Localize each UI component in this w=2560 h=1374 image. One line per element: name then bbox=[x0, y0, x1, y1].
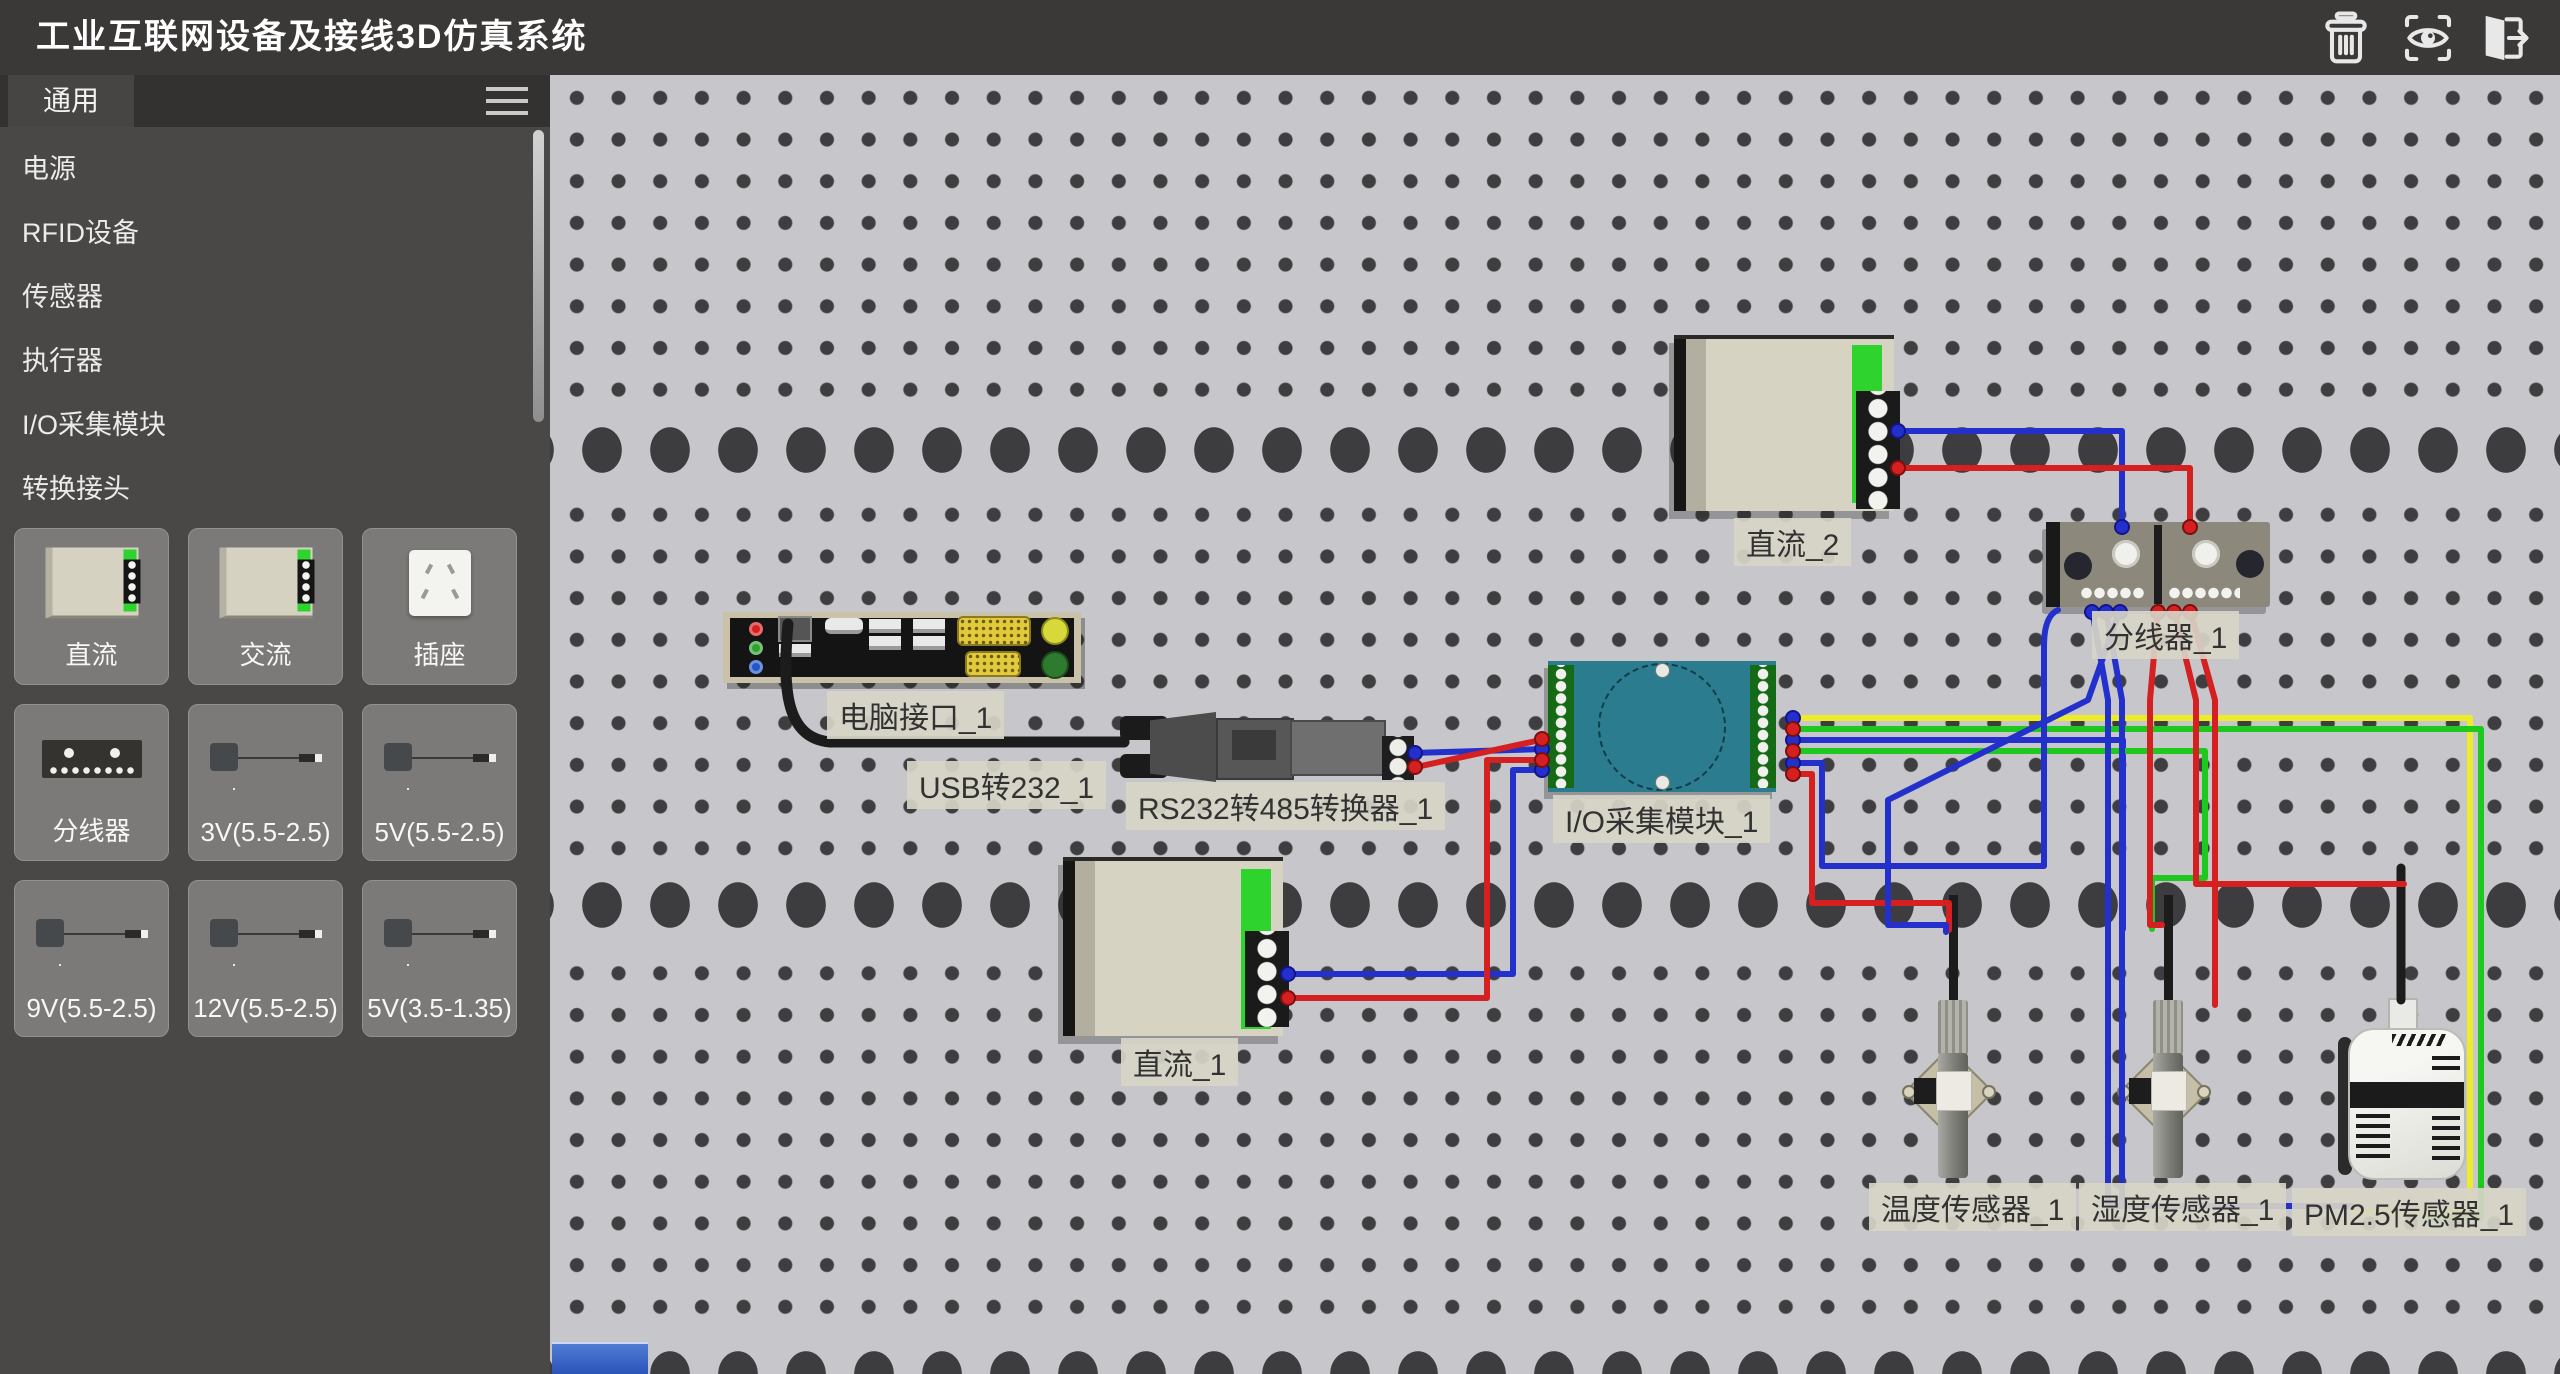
wire-nodes[interactable] bbox=[1281, 424, 2129, 981]
tile-label: 分线器 bbox=[15, 811, 168, 848]
dc-psu-icon bbox=[45, 548, 138, 619]
tile-5v[interactable]: 5V(5.5-2.5) bbox=[362, 704, 517, 861]
wire-node[interactable] bbox=[1281, 967, 1295, 981]
device-label[interactable]: 分线器_1 bbox=[2092, 611, 2239, 659]
device-label[interactable]: 湿度传感器_1 bbox=[2079, 1183, 2286, 1231]
sidebar-item-sensor[interactable]: 传感器 bbox=[0, 265, 520, 329]
component-tile-grid: 直流 交流 插座 分线器 3V(5.5-2.5) 5V(5.5-2.5) bbox=[14, 528, 517, 1037]
tile-9v[interactable]: 9V(5.5-2.5) bbox=[14, 880, 169, 1037]
device-label[interactable]: I/O采集模块_1 bbox=[1553, 795, 1770, 843]
wire-node[interactable] bbox=[2183, 520, 2197, 534]
device-label[interactable]: 电脑接口_1 bbox=[827, 691, 1004, 739]
wire-node[interactable] bbox=[1786, 722, 1800, 736]
tile-label: 12V(5.5-2.5) bbox=[189, 993, 342, 1024]
wire-blue[interactable] bbox=[2092, 610, 2352, 1206]
exit-icon[interactable] bbox=[2474, 10, 2530, 66]
device-label[interactable]: 温度传感器_1 bbox=[1869, 1183, 2076, 1231]
sidebar-item-rfid[interactable]: RFID设备 bbox=[0, 201, 520, 265]
adapter-icon bbox=[210, 739, 322, 779]
adapter-icon bbox=[384, 915, 496, 955]
wire-red[interactable] bbox=[1900, 468, 2190, 521]
tile-label: 交流 bbox=[189, 635, 342, 672]
socket-icon bbox=[409, 550, 471, 616]
tab-strip: 通用 bbox=[0, 75, 550, 127]
device-label[interactable]: RS232转485转换器_1 bbox=[1126, 782, 1445, 830]
wire-node[interactable] bbox=[1891, 424, 1905, 438]
tile-label: 5V(3.5-1.35) bbox=[363, 993, 516, 1024]
tile-socket[interactable]: 插座 bbox=[362, 528, 517, 685]
sidebar-item-io-module[interactable]: I/O采集模块 bbox=[0, 393, 520, 457]
menu-icon-bar bbox=[486, 111, 528, 115]
view-icon[interactable] bbox=[2400, 10, 2456, 66]
adapter-icon bbox=[36, 915, 148, 955]
sidebar-item-adapter[interactable]: 转换接头 bbox=[0, 457, 520, 521]
title-bar: 工业互联网设备及接线3D仿真系统 bbox=[0, 0, 2560, 75]
tile-3v[interactable]: 3V(5.5-2.5) bbox=[188, 704, 343, 861]
wire-node[interactable] bbox=[1535, 753, 1549, 767]
sidebar-item-power[interactable]: 电源 bbox=[0, 137, 520, 201]
menu-icon-bar bbox=[486, 99, 528, 103]
wire-red[interactable] bbox=[1795, 774, 1949, 930]
tile-label: 3V(5.5-2.5) bbox=[189, 817, 342, 848]
category-menu: 电源 RFID设备 传感器 执行器 I/O采集模块 转换接头 bbox=[0, 137, 520, 521]
wire-node[interactable] bbox=[1408, 746, 1422, 760]
tab-general[interactable]: 通用 bbox=[8, 75, 134, 127]
wire-node[interactable] bbox=[2115, 520, 2129, 534]
tile-5v-135[interactable]: 5V(3.5-1.35) bbox=[362, 880, 517, 1037]
tile-label: 5V(5.5-2.5) bbox=[363, 817, 516, 848]
device-label[interactable]: 直流_2 bbox=[1734, 518, 1851, 566]
page-title: 工业互联网设备及接线3D仿真系统 bbox=[36, 0, 587, 75]
wire-blue[interactable] bbox=[1900, 431, 2122, 521]
wire-yellow[interactable] bbox=[1795, 718, 2470, 1212]
splitter-icon bbox=[42, 740, 142, 778]
tile-dc[interactable]: 直流 bbox=[14, 528, 169, 685]
sidebar-scrollbar[interactable] bbox=[533, 130, 544, 422]
app-window: 直流_2 分线器_1 电脑接口_1 USB转232_1 RS232转485转换器… bbox=[0, 0, 2560, 1374]
trash-icon[interactable] bbox=[2318, 10, 2374, 66]
menu-icon[interactable] bbox=[486, 87, 528, 115]
device-label[interactable]: 直流_1 bbox=[1121, 1038, 1238, 1086]
wire-node[interactable] bbox=[1281, 991, 1295, 1005]
component-sidebar: 通用 电源 RFID设备 传感器 执行器 I/O采集模块 转换接头 直流 交流 bbox=[0, 75, 550, 1374]
menu-icon-bar bbox=[486, 87, 528, 91]
wire-green[interactable] bbox=[1795, 729, 2481, 1218]
tile-12v[interactable]: 12V(5.5-2.5) bbox=[188, 880, 343, 1037]
sidebar-item-actuator[interactable]: 执行器 bbox=[0, 329, 520, 393]
wire-node[interactable] bbox=[1408, 760, 1422, 774]
adapter-icon bbox=[210, 915, 322, 955]
wire-node[interactable] bbox=[1535, 732, 1549, 746]
wire-node[interactable] bbox=[1786, 744, 1800, 758]
tile-label: 直流 bbox=[15, 635, 168, 672]
wire-node[interactable] bbox=[1786, 767, 1800, 781]
wire-node[interactable] bbox=[1891, 461, 1905, 475]
tile-label: 9V(5.5-2.5) bbox=[15, 993, 168, 1024]
tile-label: 插座 bbox=[363, 635, 516, 672]
tile-splitter[interactable]: 分线器 bbox=[14, 704, 169, 861]
tile-ac[interactable]: 交流 bbox=[188, 528, 343, 685]
device-label[interactable]: PM2.5传感器_1 bbox=[2292, 1188, 2526, 1236]
wire-blue[interactable] bbox=[1888, 610, 2120, 932]
ac-psu-icon bbox=[219, 548, 312, 619]
adapter-icon bbox=[384, 739, 496, 779]
device-label[interactable]: USB转232_1 bbox=[907, 761, 1106, 809]
